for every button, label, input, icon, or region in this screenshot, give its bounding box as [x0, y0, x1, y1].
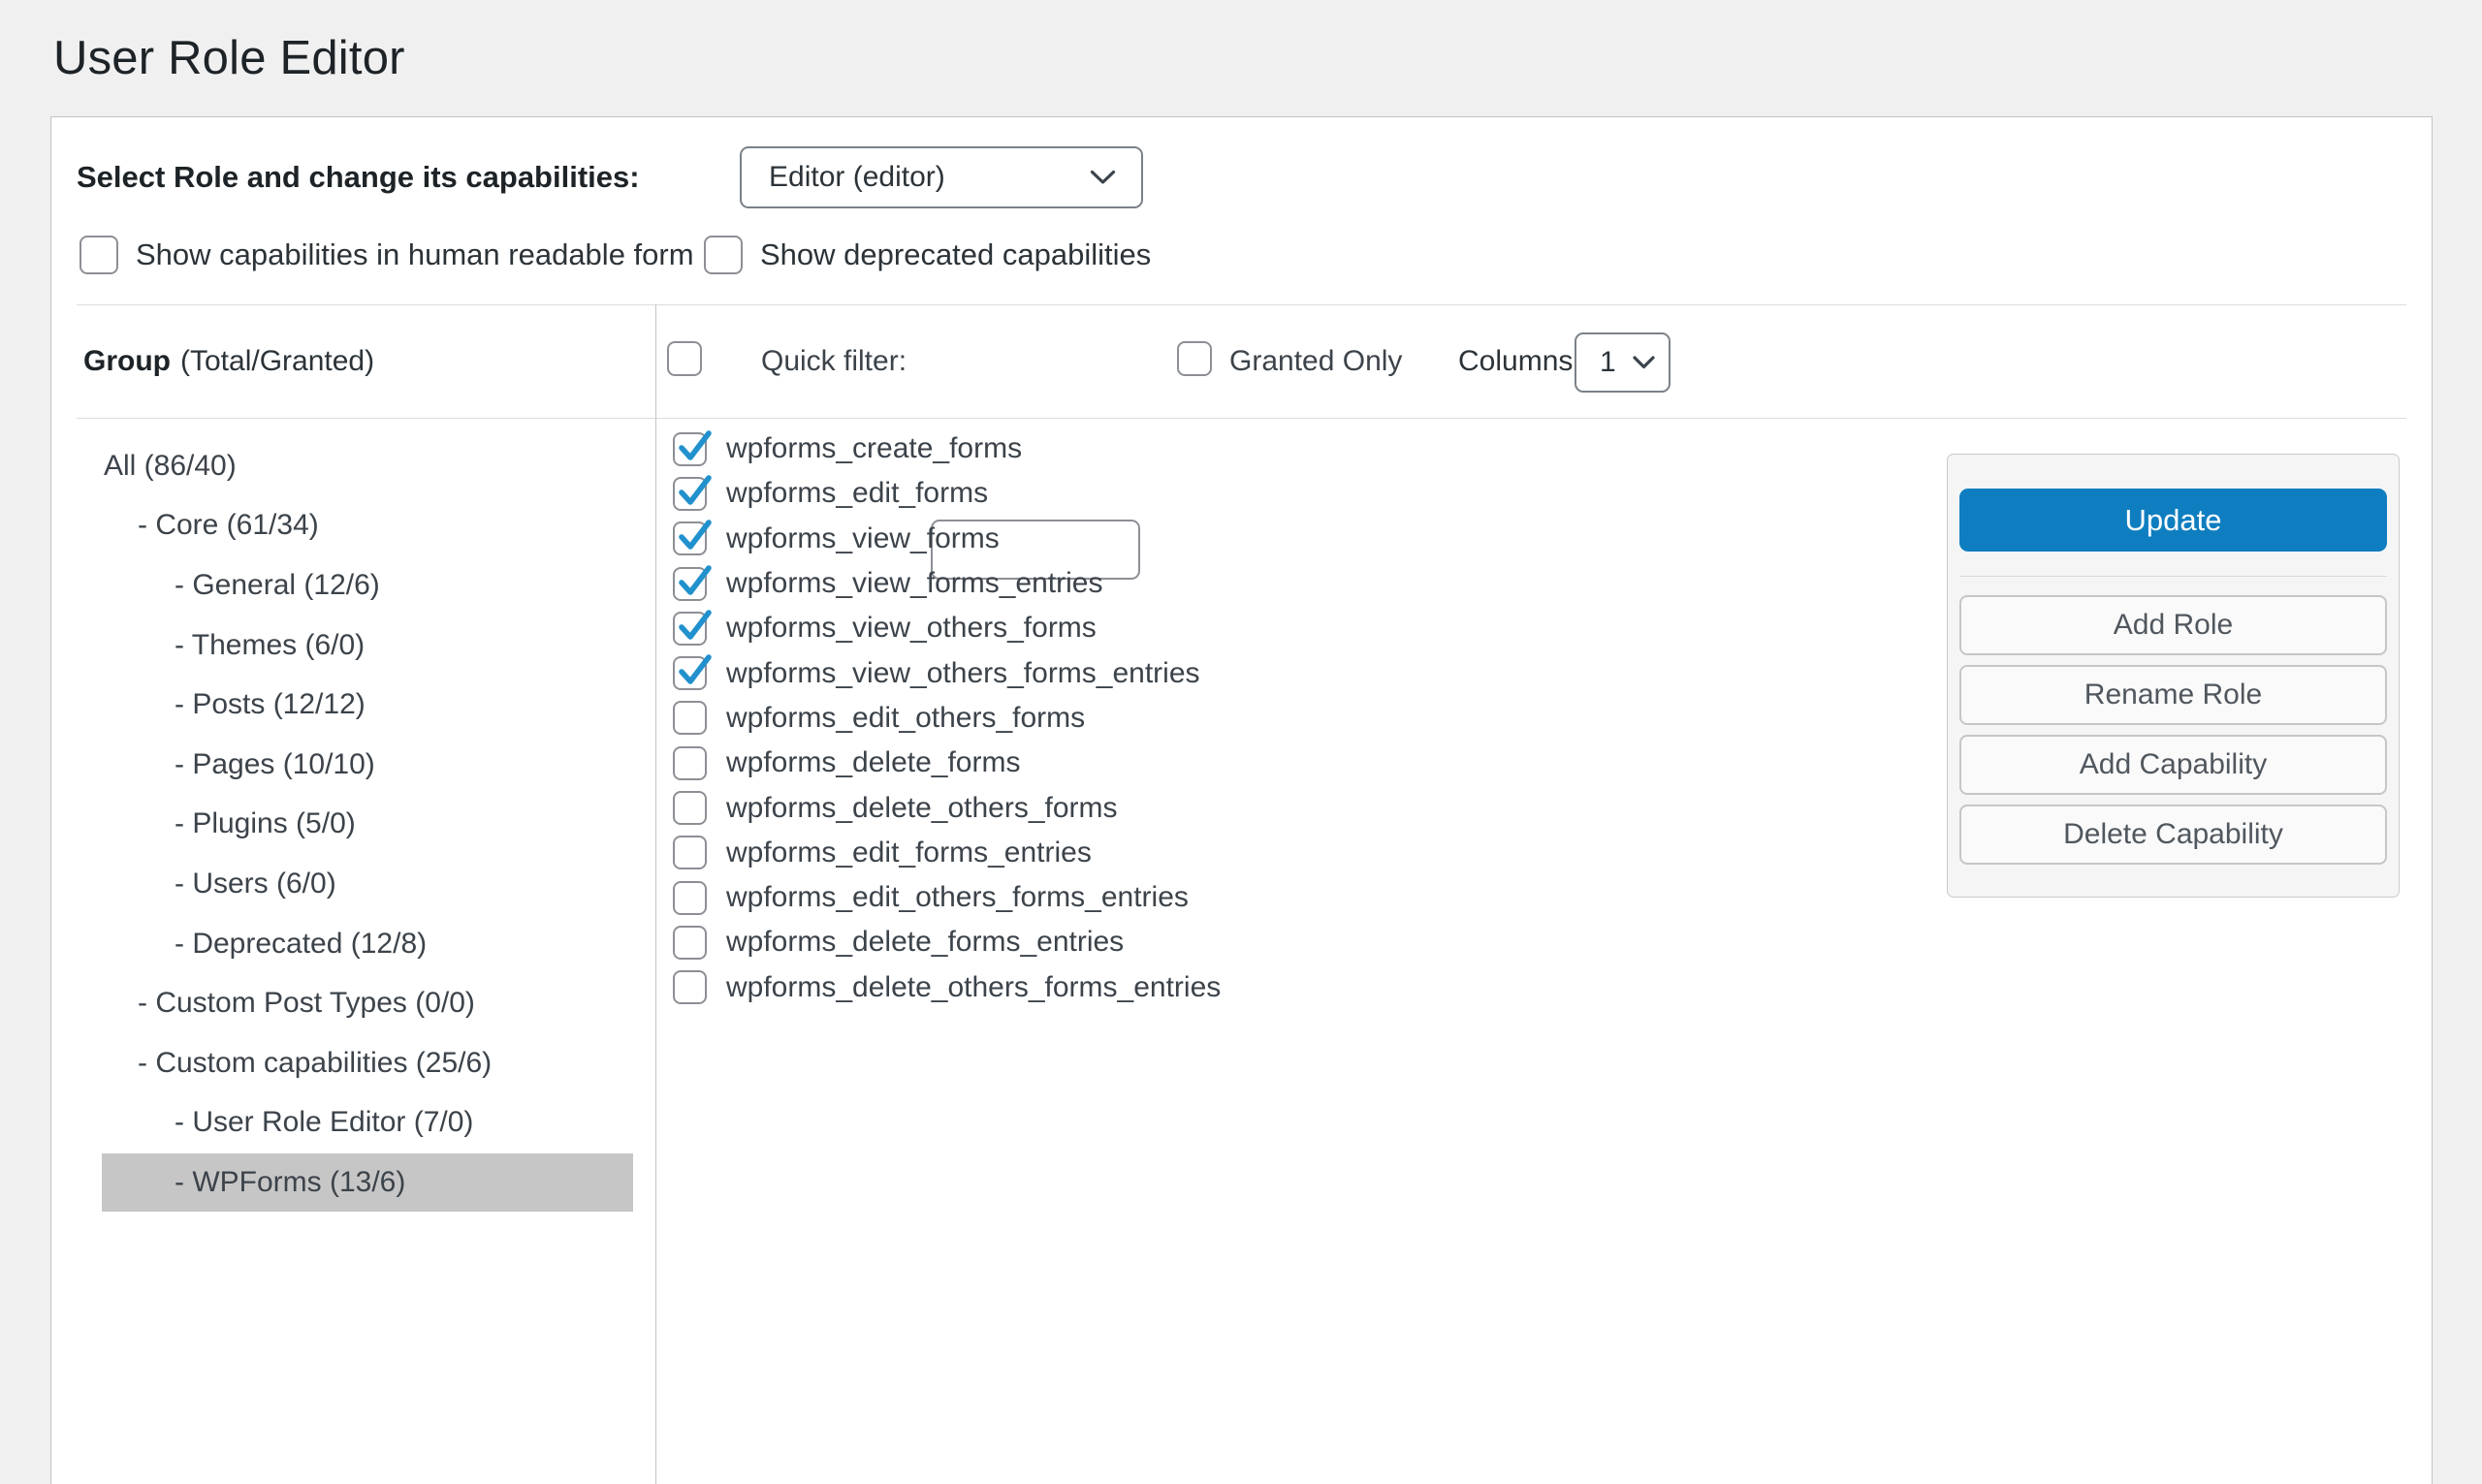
- update-button[interactable]: Update: [1959, 489, 2387, 552]
- role-select-row: Select Role and change its capabilities:: [77, 146, 640, 208]
- capability-label: wpforms_delete_forms: [726, 746, 1020, 779]
- filter-bar: Group (Total/Granted) Quick filter: Gran…: [51, 304, 2432, 418]
- capability-row: wpforms_delete_others_forms: [673, 785, 1221, 830]
- columns-select[interactable]: 1: [1575, 332, 1671, 393]
- capability-checkbox[interactable]: [673, 477, 707, 511]
- group-tree-item[interactable]: - Plugins (5/0): [51, 795, 655, 855]
- capability-row: wpforms_edit_others_forms: [673, 696, 1221, 741]
- group-tree-item[interactable]: - Core (61/34): [51, 496, 655, 556]
- group-tree-item[interactable]: - Themes (6/0): [51, 616, 655, 676]
- capability-row: wpforms_edit_forms_entries: [673, 831, 1221, 875]
- capability-row: wpforms_delete_forms_entries: [673, 920, 1221, 964]
- separator: [1959, 576, 2387, 577]
- group-tree-item[interactable]: - Users (6/0): [51, 854, 655, 914]
- capability-checkbox[interactable]: [673, 746, 707, 780]
- capability-checkbox[interactable]: [673, 432, 707, 466]
- add-role-button[interactable]: Add Role: [1959, 595, 2387, 655]
- capability-row: wpforms_edit_others_forms_entries: [673, 875, 1221, 920]
- show-deprecated-label: Show deprecated capabilities: [760, 237, 1151, 272]
- user-role-editor-panel: Select Role and change its capabilities:…: [50, 116, 2433, 1484]
- capability-row: wpforms_view_forms: [673, 517, 1221, 561]
- group-tree-item[interactable]: - User Role Editor (7/0): [51, 1093, 655, 1153]
- role-select[interactable]: Editor (editor): [740, 146, 1143, 208]
- capability-checkbox[interactable]: [673, 701, 707, 735]
- group-tree-item[interactable]: - Pages (10/10): [51, 735, 655, 795]
- capability-label: wpforms_view_forms: [726, 522, 1000, 555]
- capability-label: wpforms_view_others_forms: [726, 612, 1097, 645]
- capability-row: wpforms_create_forms: [673, 426, 1221, 471]
- capability-checkbox[interactable]: [673, 567, 707, 601]
- capability-label: wpforms_delete_forms_entries: [726, 926, 1124, 959]
- capability-label: wpforms_view_forms_entries: [726, 567, 1102, 600]
- capability-label: wpforms_view_others_forms_entries: [726, 657, 1200, 690]
- group-column-header: Group (Total/Granted): [83, 304, 374, 418]
- capability-checkbox[interactable]: [673, 926, 707, 960]
- capability-row: wpforms_view_others_forms: [673, 606, 1221, 650]
- group-tree-item[interactable]: - Posts (12/12): [51, 675, 655, 735]
- capability-label: wpforms_edit_others_forms: [726, 702, 1085, 735]
- capability-checkbox[interactable]: [673, 612, 707, 646]
- capability-label: wpforms_edit_others_forms_entries: [726, 881, 1189, 914]
- capability-row: wpforms_delete_others_forms_entries: [673, 965, 1221, 1010]
- columns-label: Columns:: [1458, 304, 1581, 418]
- columns-select-value: 1: [1600, 346, 1616, 379]
- role-select-label: Select Role and change its capabilities:: [77, 160, 640, 195]
- chevron-down-icon: [1090, 170, 1116, 185]
- separator: [77, 418, 2406, 419]
- capability-label: wpforms_edit_forms_entries: [726, 837, 1092, 869]
- capability-row: wpforms_view_forms_entries: [673, 561, 1221, 606]
- display-options-row: Show capabilities in human readable form…: [51, 236, 2432, 274]
- capability-checkbox[interactable]: [673, 521, 707, 555]
- show-human-readable-checkbox[interactable]: [80, 236, 118, 274]
- page-title: User Role Editor: [53, 31, 405, 85]
- capability-label: wpforms_delete_others_forms: [726, 792, 1118, 825]
- capability-checkbox[interactable]: [673, 970, 707, 1004]
- show-human-readable-label: Show capabilities in human readable form: [136, 237, 694, 272]
- capability-label: wpforms_delete_others_forms_entries: [726, 971, 1221, 1004]
- group-tree-item[interactable]: - Deprecated (12/8): [51, 914, 655, 974]
- group-tree-item[interactable]: - Custom Post Types (0/0): [51, 973, 655, 1033]
- secondary-actions: Add Role Rename Role Add Capability Delete …: [1959, 595, 2387, 865]
- capability-row: wpforms_edit_forms: [673, 471, 1221, 516]
- group-tree-item[interactable]: - WPForms (13/6): [51, 1152, 655, 1213]
- group-tree-item[interactable]: - Custom capabilities (25/6): [51, 1033, 655, 1093]
- group-tree-item[interactable]: All (86/40): [51, 436, 655, 496]
- group-tree: All (86/40) - Core (61/34) - General (12…: [51, 436, 655, 1213]
- rename-role-button[interactable]: Rename Role: [1959, 665, 2387, 725]
- capability-row: wpforms_view_others_forms_entries: [673, 650, 1221, 695]
- group-suffix: (Total/Granted): [180, 345, 374, 378]
- capability-checkbox[interactable]: [673, 836, 707, 869]
- granted-only-label: Granted Only: [1229, 304, 1402, 418]
- select-all-checkbox[interactable]: [667, 341, 702, 376]
- group-label: Group: [83, 345, 171, 378]
- capability-label: wpforms_edit_forms: [726, 477, 988, 510]
- capability-checkbox[interactable]: [673, 791, 707, 825]
- show-deprecated-checkbox[interactable]: [704, 236, 743, 274]
- capability-row: wpforms_delete_forms: [673, 741, 1221, 785]
- capability-label: wpforms_create_forms: [726, 432, 1022, 465]
- chevron-down-icon: [1633, 356, 1655, 369]
- quick-filter-label: Quick filter:: [761, 304, 907, 418]
- capabilities-list: wpforms_create_forms wpforms_edit_forms …: [673, 426, 1221, 1010]
- delete-capability-button[interactable]: Delete Capability: [1959, 805, 2387, 865]
- capability-checkbox[interactable]: [673, 656, 707, 690]
- capability-checkbox[interactable]: [673, 881, 707, 915]
- role-select-value: Editor (editor): [769, 161, 945, 194]
- group-tree-item[interactable]: - General (12/6): [51, 555, 655, 616]
- actions-panel: Update Add Role Rename Role Add Capability…: [1947, 454, 2400, 898]
- column-divider: [655, 304, 656, 1484]
- add-capability-button[interactable]: Add Capability: [1959, 735, 2387, 795]
- granted-only-checkbox[interactable]: [1177, 341, 1212, 376]
